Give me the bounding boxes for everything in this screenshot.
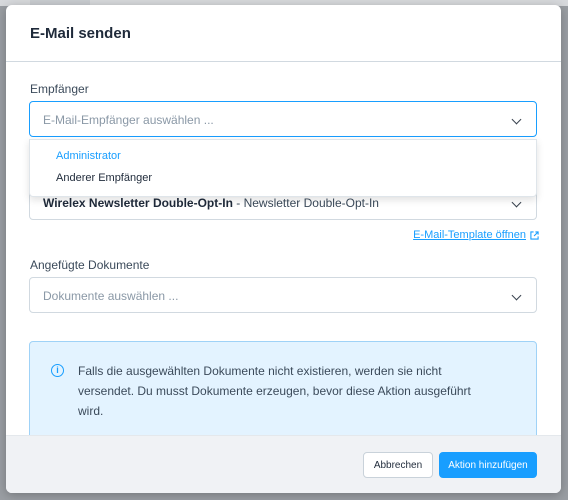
chevron-down-icon[interactable]: [511, 290, 522, 301]
modal-footer: Abbrechen Aktion hinzufügen: [6, 435, 561, 493]
recipient-label: Empfänger: [30, 82, 89, 96]
recipient-option-administrator[interactable]: Administrator: [56, 150, 121, 162]
recipient-placeholder: E-Mail-Empfänger auswählen ...: [43, 113, 214, 127]
recipient-option-other[interactable]: Anderer Empfänger: [56, 172, 152, 184]
documents-label: Angefügte Dokumente: [30, 258, 150, 272]
documents-select[interactable]: Dokumente auswählen ...: [29, 277, 537, 313]
cancel-button[interactable]: Abbrechen: [363, 452, 433, 478]
external-link-icon: [530, 230, 539, 240]
open-template-link-label: E-Mail-Template öffnen: [413, 229, 526, 241]
recipient-select[interactable]: E-Mail-Empfänger auswählen ...: [29, 101, 537, 137]
open-template-link[interactable]: E-Mail-Template öffnen: [413, 229, 539, 241]
template-detail: - Newsletter Double-Opt-In: [232, 196, 379, 210]
documents-placeholder: Dokumente auswählen ...: [43, 289, 179, 303]
recipient-dropdown: Administrator Anderer Empfänger: [29, 139, 537, 197]
chevron-down-icon[interactable]: [511, 114, 522, 125]
chevron-down-icon[interactable]: [511, 197, 522, 208]
modal-body: Empfänger E-Mail-Empfänger auswählen ...…: [6, 62, 561, 441]
add-action-button[interactable]: Aktion hinzufügen: [439, 452, 537, 478]
info-alert: i Falls die ausgewählten Dokumente nicht…: [29, 341, 537, 441]
info-icon: i: [51, 364, 64, 377]
info-text: Falls die ausgewählten Dokumente nicht e…: [78, 364, 471, 418]
modal-title: E-Mail senden: [30, 24, 131, 42]
template-name: Wirelex Newsletter Double-Opt-In: [43, 196, 233, 210]
modal-header: E-Mail senden: [6, 5, 561, 62]
send-email-modal: E-Mail senden Empfänger E-Mail-Empfänger…: [6, 5, 561, 493]
